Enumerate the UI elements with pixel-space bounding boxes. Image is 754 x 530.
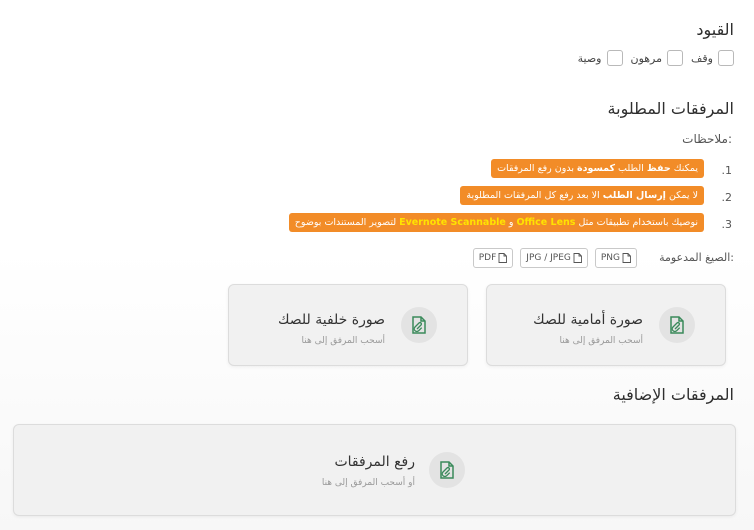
front-deed-title: صورة أمامية للصك [533,312,643,328]
mortgaged-checkbox[interactable] [667,50,684,66]
format-badge-png: PNG [594,248,637,268]
restrictions-title: القيود [696,20,734,39]
back-deed-dropzone[interactable]: صورة خلفية للصك أسحب المرفق إلى هنا [228,284,468,366]
waqf-checkbox[interactable] [718,50,734,66]
format-badge-pdf: PDF [472,248,514,268]
upload-attachments-subtitle: أو أسحب المرفق إلى هنا [321,478,415,488]
note-number: .1 [721,164,733,177]
upload-attachments-title: رفع المرفقات [334,454,415,470]
file-icon [622,253,631,263]
paperclip-document-icon [670,316,684,334]
note-save-draft: يمكنك حفظ الطلب كمسودة بدون رفع المرفقات [491,159,704,178]
paperclip-document-icon [440,461,454,479]
checkbox-will[interactable]: وصية [578,50,623,66]
paperclip-document-icon [412,316,426,334]
restrictions-options: وقف مرهون وصية [578,50,734,66]
waqf-label: وقف [691,51,713,65]
notes-label: ملاحظات: [682,132,732,146]
upload-attachments-dropzone[interactable]: رفع المرفقات أو أسحب المرفق إلى هنا [13,424,736,516]
back-deed-title: صورة خلفية للصك [277,312,385,328]
supported-formats-label: الصيغ المدعومة: [659,251,734,264]
required-attachments-title: المرفقات المطلوبة [607,99,734,118]
will-label: وصية [577,51,602,65]
front-deed-dropzone[interactable]: صورة أمامية للصك أسحب المرفق إلى هنا [486,284,726,366]
back-deed-subtitle: أسحب المرفق إلى هنا [301,336,385,346]
note-number: .2 [721,191,733,204]
attachment-icon-circle [429,452,465,488]
checkbox-mortgaged[interactable]: مرهون [631,50,684,66]
will-checkbox[interactable] [606,50,623,66]
checkbox-waqf[interactable]: وقف [691,50,734,66]
file-icon [573,253,582,263]
supported-formats-list: PNG JPG / JPEG PDF [472,248,637,268]
file-icon [498,253,508,263]
attachment-icon-circle [401,307,437,343]
format-badge-jpg: JPG / JPEG [520,248,588,268]
front-deed-subtitle: أسحب المرفق إلى هنا [559,336,643,346]
note-number: .3 [721,218,733,231]
mortgaged-label: مرهون [630,51,663,65]
note-scanning-apps: نوصيك باستخدام تطبيقات مثل Office Lens و… [288,213,704,232]
note-send-request: لا يمكن إرسال الطلب الا بعد رفع كل المرف… [460,186,704,205]
attachment-icon-circle [659,307,695,343]
additional-attachments-title: المرفقات الإضافية [612,385,734,404]
